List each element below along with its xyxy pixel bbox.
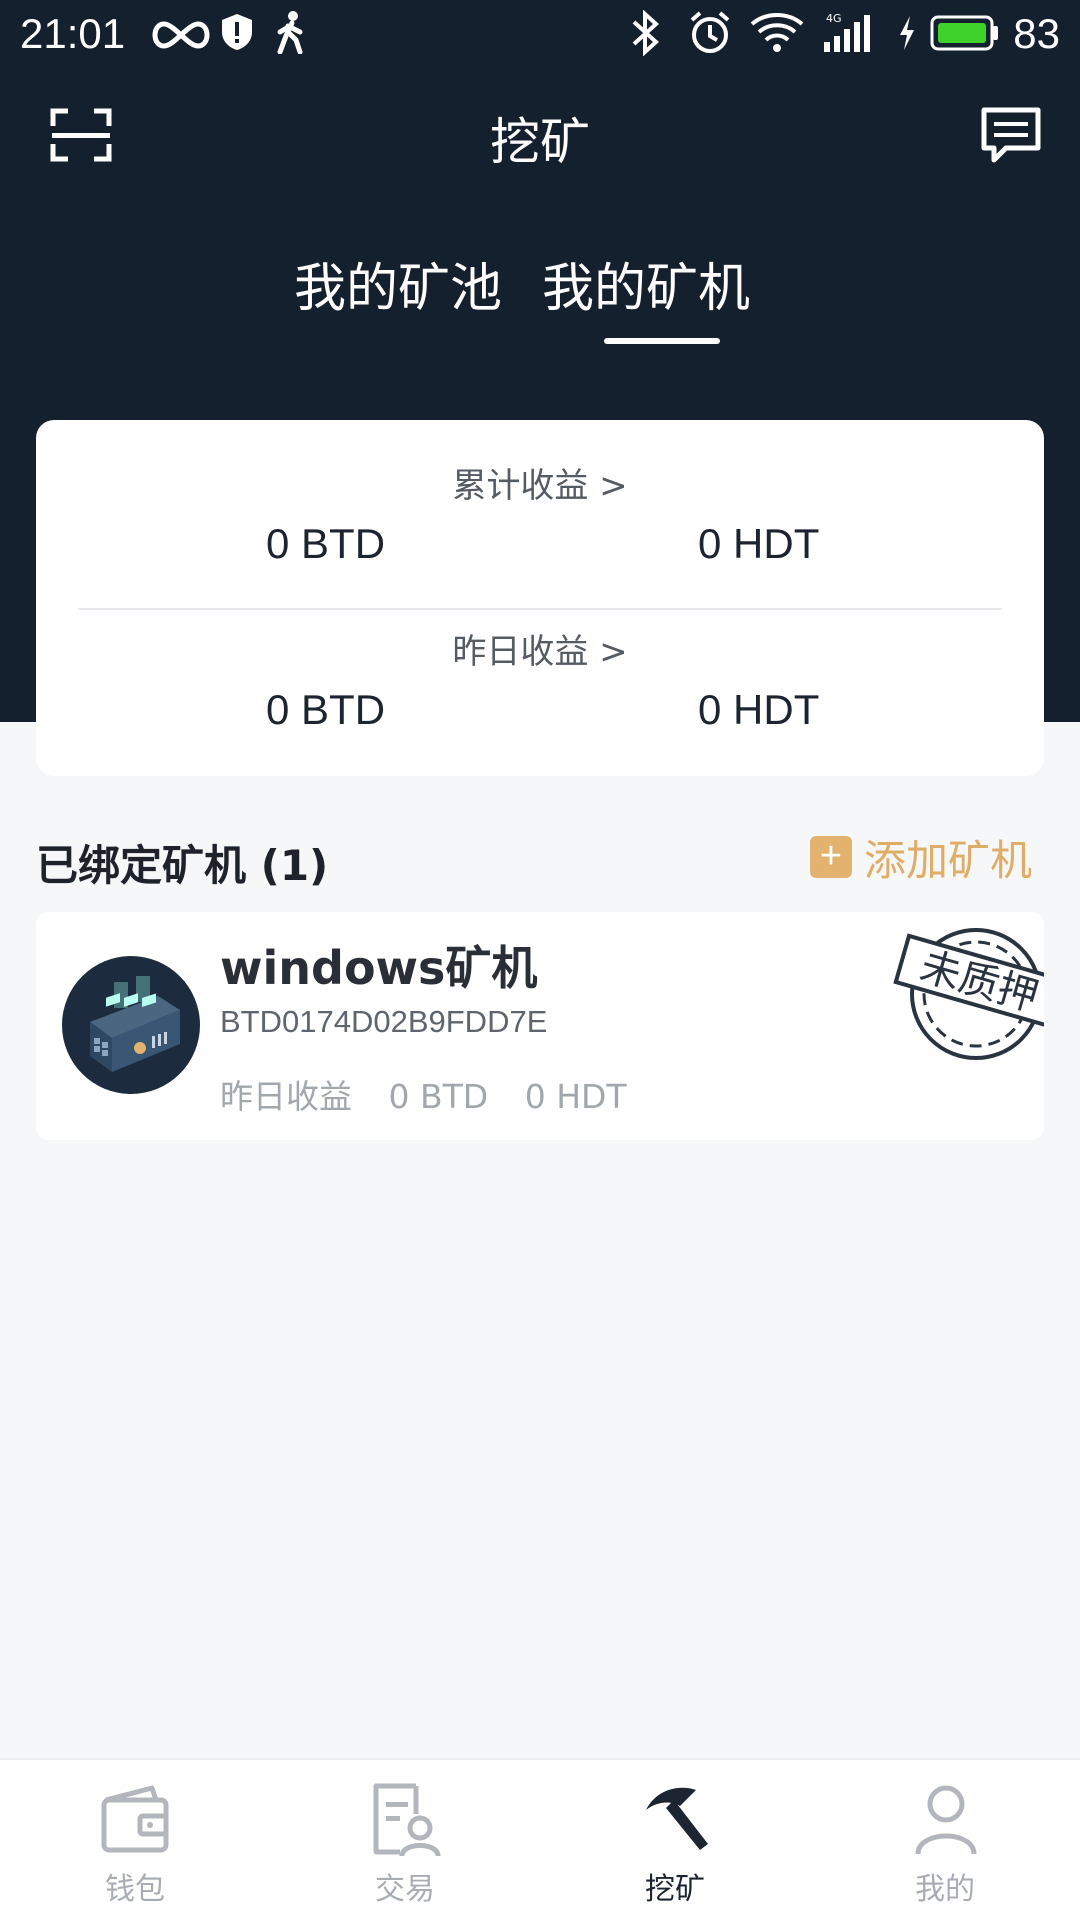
nav-trade[interactable]: 交易 — [270, 1760, 540, 1922]
wallet-icon — [101, 1785, 169, 1853]
nav-mining-label: 挖矿 — [645, 1872, 705, 1907]
shield-icon — [222, 14, 252, 50]
miner-yesterday-label: 昨日收益 — [220, 1077, 352, 1116]
message-icon[interactable] — [980, 106, 1042, 166]
user-icon — [915, 1785, 977, 1855]
charging-icon — [900, 16, 914, 50]
bottom-nav: 钱包 交易 挖矿 我的 — [0, 1758, 1080, 1922]
nav-profile[interactable]: 我的 — [810, 1760, 1080, 1922]
miner-card[interactable]: windows矿机 BTD0174D02B9FDD7E 昨日收益 0 BTD 0… — [36, 912, 1044, 1140]
bluetooth-icon — [632, 10, 659, 56]
total-earnings-link[interactable]: 累计收益 > — [36, 458, 1044, 507]
status-bar: 21:01 4G 83 — [0, 0, 1080, 68]
miner-btd-value: 0 BTD — [388, 1077, 489, 1116]
add-miner-label: 添加矿机 — [863, 835, 1032, 885]
total-btd-value: 0 BTD — [266, 520, 386, 567]
pickaxe-icon — [646, 1787, 708, 1850]
status-time: 21:01 — [20, 10, 126, 57]
miner-avatar — [62, 956, 200, 1094]
nav-wallet[interactable]: 钱包 — [0, 1760, 270, 1922]
walking-icon — [277, 11, 303, 54]
trade-icon — [373, 1783, 441, 1857]
battery-icon — [930, 15, 998, 51]
nav-trade-label: 交易 — [375, 1872, 435, 1907]
total-hdt-value: 0 HDT — [698, 520, 820, 567]
plus-icon: + — [809, 836, 852, 878]
nav-wallet-label: 钱包 — [105, 1872, 165, 1907]
bound-miners-title: 已绑定矿机 (1) — [36, 841, 329, 890]
miner-yesterday-earnings: 昨日收益 0 BTD 0 HDT — [220, 1070, 627, 1118]
yesterday-hdt-value: 0 HDT — [698, 686, 820, 733]
tab-indicator — [604, 338, 720, 344]
miner-name: windows矿机 — [220, 941, 538, 995]
signal-4g-icon: 4G — [824, 12, 870, 52]
battery-level: 83 — [1013, 10, 1060, 57]
infinity-icon — [152, 21, 210, 49]
earnings-card: 累计收益 > 0 BTD 0 HDT 昨日收益 > 0 BTD 0 HDT — [36, 420, 1044, 776]
mining-rig-icon — [90, 976, 180, 1072]
tab-my-pool[interactable]: 我的矿池 — [294, 246, 502, 321]
not-staked-stamp: 未质押 — [893, 928, 1044, 1060]
yesterday-earnings-link[interactable]: 昨日收益 > — [36, 624, 1044, 673]
wifi-icon — [750, 13, 804, 52]
add-miner-button[interactable]: + 添加矿机 — [809, 832, 1032, 885]
yesterday-btd-value: 0 BTD — [266, 686, 386, 733]
tab-my-miner[interactable]: 我的矿机 — [542, 246, 750, 321]
card-divider — [78, 608, 1002, 610]
nav-mining[interactable]: 挖矿 — [540, 1760, 810, 1922]
nav-profile-label: 我的 — [915, 1872, 975, 1907]
alarm-icon — [690, 11, 730, 53]
miner-hdt-value: 0 HDT — [524, 1077, 627, 1116]
page-title: 挖矿 — [490, 113, 590, 171]
tab-bar: 我的矿池 我的矿机 — [0, 246, 1080, 319]
miner-id: BTD0174D02B9FDD7E — [220, 1004, 548, 1039]
svg-text:4G: 4G — [826, 12, 842, 25]
